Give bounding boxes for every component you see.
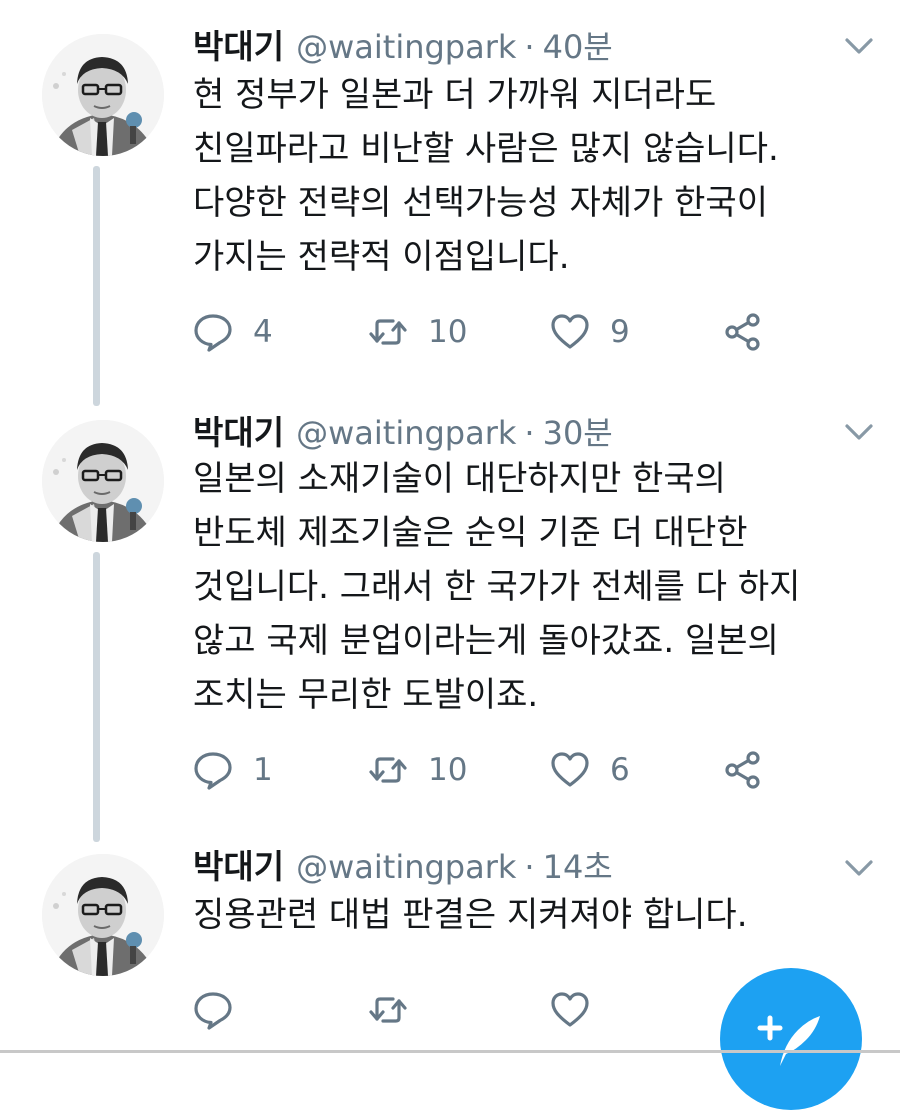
- author-handle[interactable]: @waitingpark: [296, 28, 516, 66]
- compose-tweet-button[interactable]: [720, 968, 862, 1110]
- thread-line: [93, 552, 100, 842]
- retweet-icon: [368, 750, 408, 790]
- retweet-count: 10: [428, 752, 468, 788]
- retweet-button[interactable]: [368, 988, 408, 1032]
- avatar[interactable]: [42, 854, 164, 976]
- tweet-text-line: 조치는 무리한 도발이죠.: [193, 675, 539, 715]
- separator: ·: [524, 28, 535, 66]
- tweet-text: 현 정부가 일본과 더 가까워 지더라도 친일파라고 비난할 사람은 많지 않습…: [193, 68, 883, 284]
- chevron-down-icon[interactable]: [843, 34, 875, 58]
- retweet-icon: [368, 990, 408, 1030]
- tweet-text-line: 않고 국제 분업이라는게 돌아갔죠. 일본의: [193, 621, 779, 661]
- like-button[interactable]: 9: [550, 310, 630, 354]
- tweet-text: 징용관련 대법 판결은 지켜져야 합니다.: [193, 888, 883, 942]
- separator: ·: [524, 848, 535, 886]
- tweet-text-line: 것입니다. 그래서 한 국가가 전체를 다 하지: [193, 567, 801, 607]
- like-button[interactable]: [550, 988, 590, 1032]
- heart-icon: [550, 750, 590, 790]
- like-count: 9: [610, 314, 630, 350]
- reply-icon: [193, 750, 233, 790]
- avatar[interactable]: [42, 420, 164, 542]
- tweet-text-line: 반도체 제조기술은 순익 기준 더 대단한: [193, 513, 748, 553]
- reply-button[interactable]: 4: [193, 310, 273, 354]
- share-icon: [723, 312, 763, 352]
- timestamp[interactable]: 40분: [543, 22, 613, 68]
- timestamp[interactable]: 30분: [543, 408, 613, 454]
- avatar-image: [42, 34, 164, 156]
- chevron-down-icon[interactable]: [843, 420, 875, 444]
- tweet-text-line: 다양한 전략의 선택가능성 자체가 한국이: [193, 183, 768, 223]
- retweet-count: 10: [428, 314, 468, 350]
- like-button[interactable]: 6: [550, 748, 630, 792]
- tweet-actions: 4 10 9: [193, 310, 883, 354]
- tweet-text-line: 징용관련 대법 판결은 지켜져야 합니다.: [193, 895, 748, 935]
- share-icon: [723, 750, 763, 790]
- like-count: 6: [610, 752, 630, 788]
- share-button[interactable]: [723, 748, 763, 792]
- reply-count: 1: [253, 752, 273, 788]
- reply-button[interactable]: 1: [193, 748, 273, 792]
- reply-icon: [193, 990, 233, 1030]
- avatar[interactable]: [42, 34, 164, 156]
- tweet-header: 박대기 @waitingpark · 40분: [193, 20, 613, 68]
- tweet-text-line: 가지는 전략적 이점입니다.: [193, 237, 570, 277]
- share-button[interactable]: [723, 310, 763, 354]
- heart-icon: [550, 312, 590, 352]
- author-handle[interactable]: @waitingpark: [296, 414, 516, 452]
- author-name[interactable]: 박대기: [193, 840, 284, 888]
- thread-line: [93, 166, 100, 406]
- tweet-text-line: 친일파라고 비난할 사람은 많지 않습니다.: [193, 129, 779, 169]
- tweet-actions: 1 10 6: [193, 748, 883, 792]
- timestamp[interactable]: 14초: [543, 842, 613, 888]
- chevron-down-icon[interactable]: [843, 856, 875, 880]
- heart-icon: [550, 990, 590, 1030]
- avatar-image: [42, 854, 164, 976]
- author-name[interactable]: 박대기: [193, 406, 284, 454]
- compose-tweet-icon: [746, 994, 826, 1074]
- tweet-header: 박대기 @waitingpark · 30분: [193, 406, 613, 454]
- reply-count: 4: [253, 314, 273, 350]
- tweet-text-line: 현 정부가 일본과 더 가까워 지더라도: [193, 75, 717, 115]
- retweet-icon: [368, 312, 408, 352]
- tweet-header: 박대기 @waitingpark · 14초: [193, 840, 613, 888]
- tweet-text: 일본의 소재기술이 대단하지만 한국의 반도체 제조기술은 순익 기준 더 대단…: [193, 452, 883, 722]
- author-handle[interactable]: @waitingpark: [296, 848, 516, 886]
- retweet-button[interactable]: 10: [368, 310, 467, 354]
- retweet-button[interactable]: 10: [368, 748, 467, 792]
- avatar-image: [42, 420, 164, 542]
- separator: ·: [524, 414, 535, 452]
- reply-icon: [193, 312, 233, 352]
- author-name[interactable]: 박대기: [193, 20, 284, 68]
- reply-button[interactable]: [193, 988, 233, 1032]
- tweet-text-line: 일본의 소재기술이 대단하지만 한국의: [193, 459, 726, 499]
